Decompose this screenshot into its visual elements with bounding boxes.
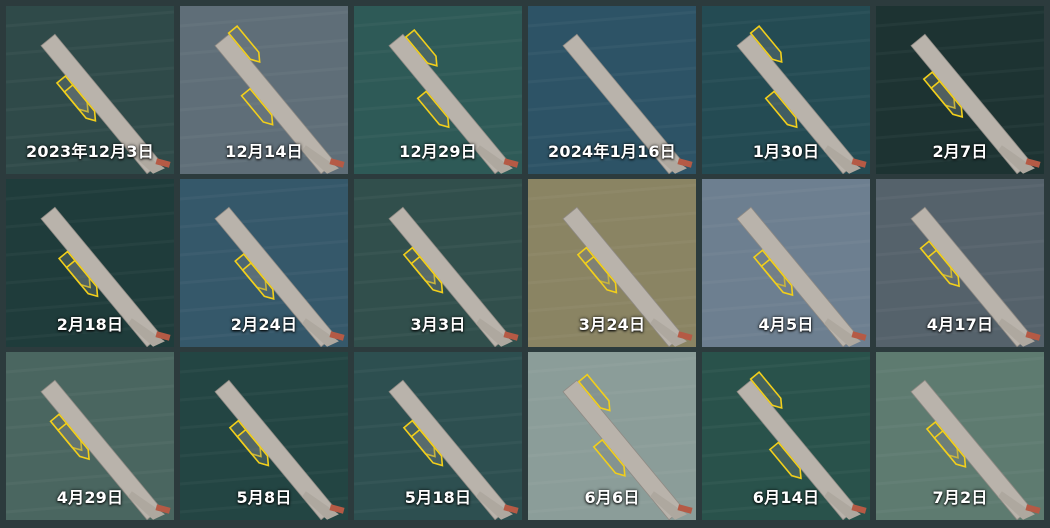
satellite-tile: 4月29日 [6,352,174,520]
satellite-tile: 2月7日 [876,6,1044,174]
date-label: 3月3日 [410,315,466,334]
date-label: 5月18日 [404,488,472,507]
date-label: 6月6日 [584,488,640,507]
satellite-tile: 7月2日 [876,352,1044,520]
satellite-tile: 2月24日 [180,179,348,347]
satellite-tile: 2月18日 [6,179,174,347]
satellite-tile: 2023年12月3日 [6,6,174,174]
date-label: 12月14日 [225,142,303,161]
date-label: 2月24日 [230,315,298,334]
date-label: 2月18日 [56,315,124,334]
date-label: 1月30日 [752,142,820,161]
satellite-tile: 4月5日 [702,179,870,347]
satellite-tile: 5月8日 [180,352,348,520]
date-label: 2024年1月16日 [548,142,676,161]
date-label: 6月14日 [752,488,820,507]
satellite-tile: 3月3日 [354,179,522,347]
date-label: 4月17日 [926,315,994,334]
satellite-tile: 3月24日 [528,179,696,347]
satellite-tile: 12月29日 [354,6,522,174]
date-label: 5月8日 [236,488,292,507]
satellite-tile: 1月30日 [702,6,870,174]
date-label: 3月24日 [578,315,646,334]
satellite-tile: 5月18日 [354,352,522,520]
date-label: 4月5日 [758,315,814,334]
date-label: 4月29日 [56,488,124,507]
date-label: 2023年12月3日 [26,142,154,161]
satellite-tile: 2024年1月16日 [528,6,696,174]
satellite-tile: 12月14日 [180,6,348,174]
satellite-tile: 6月14日 [702,352,870,520]
date-label: 2月7日 [932,142,988,161]
date-label: 12月29日 [399,142,477,161]
satellite-tile: 4月17日 [876,179,1044,347]
image-grid: 2023年12月3日 12月14日 12月29日 2024年1月16日 1月30日 2月7… [0,0,1050,528]
date-label: 7月2日 [932,488,988,507]
satellite-tile: 6月6日 [528,352,696,520]
